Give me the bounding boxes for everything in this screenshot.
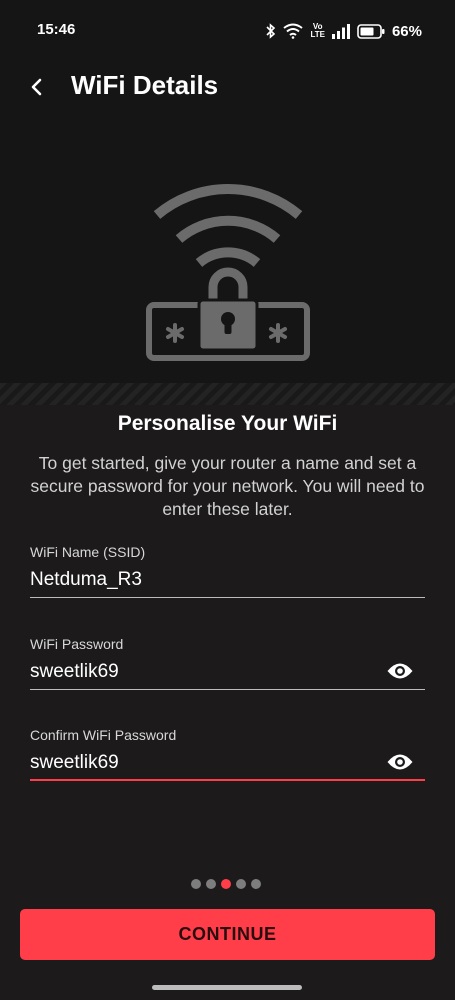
- page-dot: [206, 879, 216, 889]
- password-visibility-toggle[interactable]: [385, 660, 415, 682]
- status-time: 15:46: [37, 21, 76, 38]
- ssid-input-row: [30, 562, 425, 598]
- section-description: To get started, give your router a name …: [30, 453, 425, 519]
- eye-icon: [387, 663, 413, 679]
- hero-divider-stripe: [0, 383, 455, 405]
- section-heading: Personalise Your WiFi: [117, 412, 338, 435]
- app-bar: WiFi Details: [0, 60, 455, 116]
- bluetooth-icon: [266, 23, 276, 39]
- page-title: WiFi Details: [71, 70, 219, 100]
- eye-icon: [387, 754, 413, 770]
- password-input[interactable]: [30, 661, 370, 683]
- continue-button[interactable]: CONTINUE: [20, 909, 435, 960]
- battery-icon: [357, 23, 385, 39]
- volte-bottom-text: LTE: [310, 30, 325, 39]
- password-field: WiFi Password: [30, 636, 425, 690]
- battery-percent: 66%: [391, 22, 422, 40]
- ssid-label: WiFi Name (SSID): [30, 544, 146, 560]
- home-indicator[interactable]: [152, 985, 302, 990]
- status-bar: 15:46 Vo LTE 66%: [0, 0, 455, 60]
- page-dot-active: [221, 879, 231, 889]
- page-dot: [236, 879, 246, 889]
- back-button[interactable]: [22, 72, 52, 102]
- password-input-row: [30, 654, 425, 690]
- ssid-input[interactable]: [30, 569, 370, 591]
- page-indicator: [191, 879, 261, 889]
- back-arrow-icon: [31, 78, 42, 96]
- volte-icon: Vo LTE: [310, 23, 325, 39]
- confirm-password-visibility-toggle[interactable]: [385, 751, 415, 773]
- confirm-password-input-row: [30, 745, 425, 781]
- password-label: WiFi Password: [30, 636, 124, 652]
- page-dot: [251, 879, 261, 889]
- confirm-password-label: Confirm WiFi Password: [30, 727, 177, 743]
- confirm-password-input[interactable]: [30, 752, 370, 774]
- page-dot: [191, 879, 201, 889]
- confirm-password-field: Confirm WiFi Password: [30, 727, 425, 781]
- signal-icon: [331, 23, 350, 39]
- ssid-field: WiFi Name (SSID): [30, 544, 425, 598]
- wifi-lock-illustration: [143, 175, 313, 365]
- wifi-icon: [283, 23, 304, 39]
- status-icons: Vo LTE 66%: [266, 20, 422, 42]
